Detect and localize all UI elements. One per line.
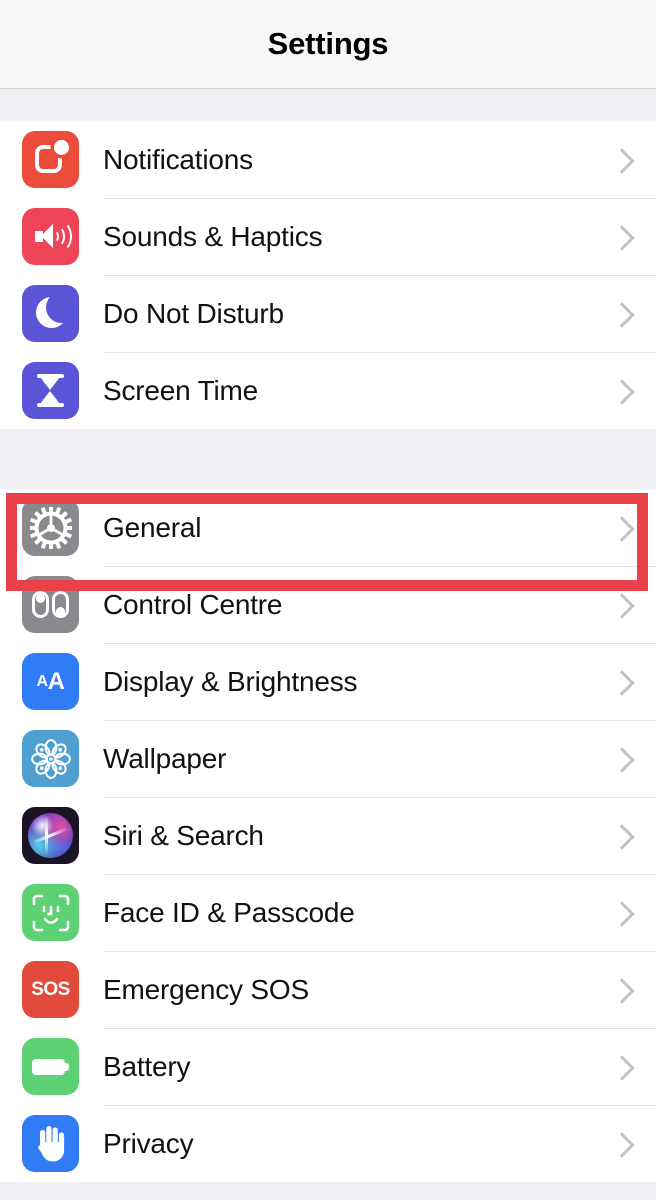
settings-row-label: Emergency SOS — [103, 973, 309, 1005]
general-gear-icon — [22, 499, 79, 556]
chevron-right-icon — [606, 299, 636, 329]
settings-row-do-not-disturb[interactable]: Do Not Disturb — [0, 275, 656, 352]
settings-row-label: Wallpaper — [103, 742, 227, 774]
settings-row-privacy[interactable]: Privacy — [0, 1105, 656, 1182]
settings-row-emergency-sos[interactable]: SOS Emergency SOS — [0, 951, 656, 1028]
settings-group-alerts: Notifications Sounds & Haptics Do Not Dist… — [0, 121, 656, 429]
settings-row-label: Notifications — [103, 143, 253, 175]
sos-label: SOS — [31, 978, 70, 1000]
settings-group-system: General Control Centre A A Display & Brightn… — [0, 489, 656, 1182]
settings-row-label: Do Not Disturb — [103, 297, 284, 329]
emergency-sos-icon: SOS — [22, 961, 79, 1018]
group-gap-top — [0, 89, 656, 121]
settings-row-wallpaper[interactable]: Wallpaper — [0, 720, 656, 797]
page-title: Settings — [267, 26, 389, 61]
chevron-right-icon — [606, 222, 636, 252]
chevron-right-icon — [606, 821, 636, 851]
battery-icon — [22, 1038, 79, 1095]
settings-row-label: Siri & Search — [103, 819, 264, 851]
do-not-disturb-moon-icon — [22, 285, 79, 342]
settings-row-screen-time[interactable]: Screen Time — [0, 352, 656, 429]
notifications-icon — [22, 131, 79, 188]
chevron-right-icon — [606, 513, 636, 543]
settings-row-label: Battery — [103, 1050, 191, 1082]
chevron-right-icon — [606, 145, 636, 175]
settings-screen: Settings Notifications Sounds & Haptics Do… — [0, 0, 656, 1200]
chevron-right-icon — [606, 898, 636, 928]
sounds-haptics-icon — [22, 208, 79, 265]
settings-row-battery[interactable]: Battery — [0, 1028, 656, 1105]
control-centre-icon — [22, 576, 79, 633]
face-id-icon — [22, 884, 79, 941]
settings-row-sounds-haptics[interactable]: Sounds & Haptics — [0, 198, 656, 275]
settings-row-label: Privacy — [103, 1127, 194, 1159]
settings-row-label: General — [103, 511, 202, 543]
settings-row-general[interactable]: General — [0, 489, 656, 566]
chevron-right-icon — [606, 975, 636, 1005]
group-gap-middle — [0, 429, 656, 489]
settings-row-face-id-passcode[interactable]: Face ID & Passcode — [0, 874, 656, 951]
settings-row-label: Control Centre — [103, 588, 283, 620]
settings-row-label: Display & Brightness — [103, 665, 358, 697]
chevron-right-icon — [606, 590, 636, 620]
privacy-hand-icon — [22, 1115, 79, 1172]
chevron-right-icon — [606, 744, 636, 774]
settings-row-display-brightness[interactable]: A A Display & Brightness — [0, 643, 656, 720]
navigation-bar: Settings — [0, 0, 656, 89]
settings-row-label: Face ID & Passcode — [103, 896, 355, 928]
screen-time-hourglass-icon — [22, 362, 79, 419]
display-brightness-icon: AA — [22, 653, 79, 710]
chevron-right-icon — [606, 667, 636, 697]
group-gap-bottom — [0, 1182, 656, 1200]
settings-row-label: Sounds & Haptics — [103, 220, 323, 252]
chevron-right-icon — [606, 1052, 636, 1082]
siri-orb-icon — [22, 807, 79, 864]
settings-row-notifications[interactable]: Notifications — [0, 121, 656, 198]
wallpaper-flower-icon — [22, 730, 79, 787]
settings-row-siri-search[interactable]: Siri & Search — [0, 797, 656, 874]
chevron-right-icon — [606, 376, 636, 406]
settings-row-label: Screen Time — [103, 374, 258, 406]
settings-row-control-centre[interactable]: Control Centre — [0, 566, 656, 643]
chevron-right-icon — [606, 1129, 636, 1159]
